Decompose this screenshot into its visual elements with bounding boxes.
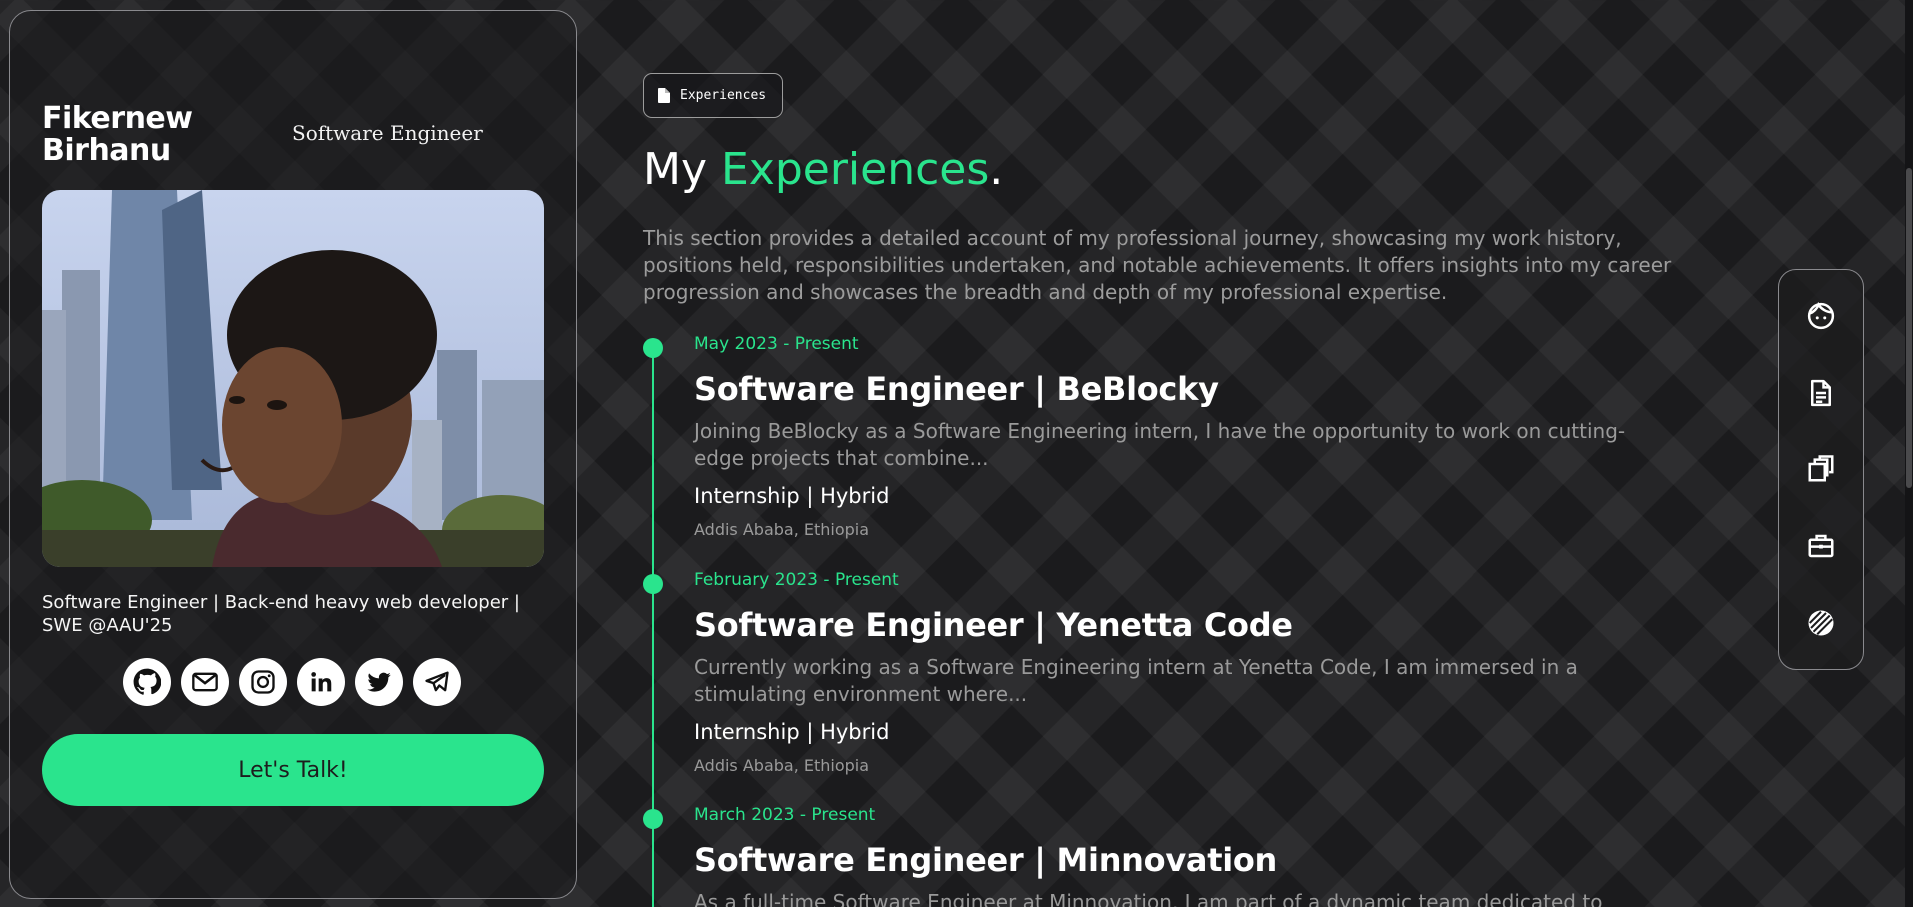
telegram-icon [425,671,449,692]
instagram-link[interactable] [239,658,287,706]
gmail-link[interactable] [181,658,229,706]
scrollbar-thumb[interactable] [1906,168,1912,488]
experiences-section: Experiences My Experiences. This section… [643,0,1703,907]
side-navigation [1778,269,1864,670]
experience-title[interactable]: Software Engineer | Minnovation [694,841,1694,879]
page-title-prefix: My [643,144,721,195]
telegram-link[interactable] [413,658,461,706]
experience-date: May 2023 - Present [694,334,859,354]
scrollbar[interactable] [1905,0,1913,907]
section-chip-label: Experiences [680,88,767,103]
resume-icon [1811,379,1831,407]
profile-header: Fikernew Birhanu Software Engineer [42,103,544,167]
linkedin-icon [311,672,332,692]
profile-photo [42,190,544,567]
face-icon [1807,302,1835,330]
experience-title[interactable]: Software Engineer | BeBlocky [694,370,1694,408]
nav-about-button[interactable] [1799,294,1843,338]
experience-description: As a full-time Software Engineer at Minn… [694,890,1603,907]
gmail-icon [192,672,218,692]
profile-card: Fikernew Birhanu Software Engineer Softw… [9,10,577,899]
profile-name-first: Fikernew [42,101,193,136]
timeline-dot [643,809,663,829]
nav-resume-button[interactable] [1799,371,1843,415]
page-title: My Experiences. [643,144,1003,195]
twitter-icon [367,672,391,692]
experience-description: Currently working as a Software Engineer… [694,655,1578,706]
nav-experience-button[interactable] [1799,524,1843,568]
experience-location: Addis Ababa, Ethiopia [694,756,870,775]
portfolio-icon [1808,455,1834,482]
lets-talk-button[interactable]: Let's Talk! [42,734,544,806]
nav-contact-button[interactable] [1799,601,1843,645]
contact-icon [1808,610,1834,636]
experience-type: Internship | Hybrid [694,484,890,508]
profile-name-last: Birhanu [42,133,171,168]
briefcase-icon [1808,534,1834,558]
timeline-dot [643,574,663,594]
github-icon [133,668,161,695]
experience-type: Internship | Hybrid [694,720,890,744]
profile-role: Software Engineer [292,121,483,145]
page-title-accent: Experiences [721,144,990,195]
linkedin-link[interactable] [297,658,345,706]
instagram-icon [251,670,275,694]
experience-date: February 2023 - Present [694,570,899,590]
section-chip: Experiences [643,73,784,118]
profile-name: Fikernew Birhanu [42,103,262,167]
nav-portfolio-button[interactable] [1799,447,1843,491]
experience-description: Joining BeBlocky as a Software Engineeri… [694,419,1626,470]
profile-bio: Software Engineer | Back-end heavy web d… [42,592,520,636]
twitter-link[interactable] [355,658,403,706]
timeline-dot [643,338,663,358]
experience-location: Addis Ababa, Ethiopia [694,520,870,539]
experience-title[interactable]: Software Engineer | Yenetta Code [694,606,1694,644]
social-links [123,658,461,706]
document-icon [658,88,670,103]
section-intro: This section provides a detailed account… [643,226,1672,304]
github-link[interactable] [123,658,171,706]
experience-date: March 2023 - Present [694,805,876,825]
page-title-suffix: . [989,144,1004,195]
